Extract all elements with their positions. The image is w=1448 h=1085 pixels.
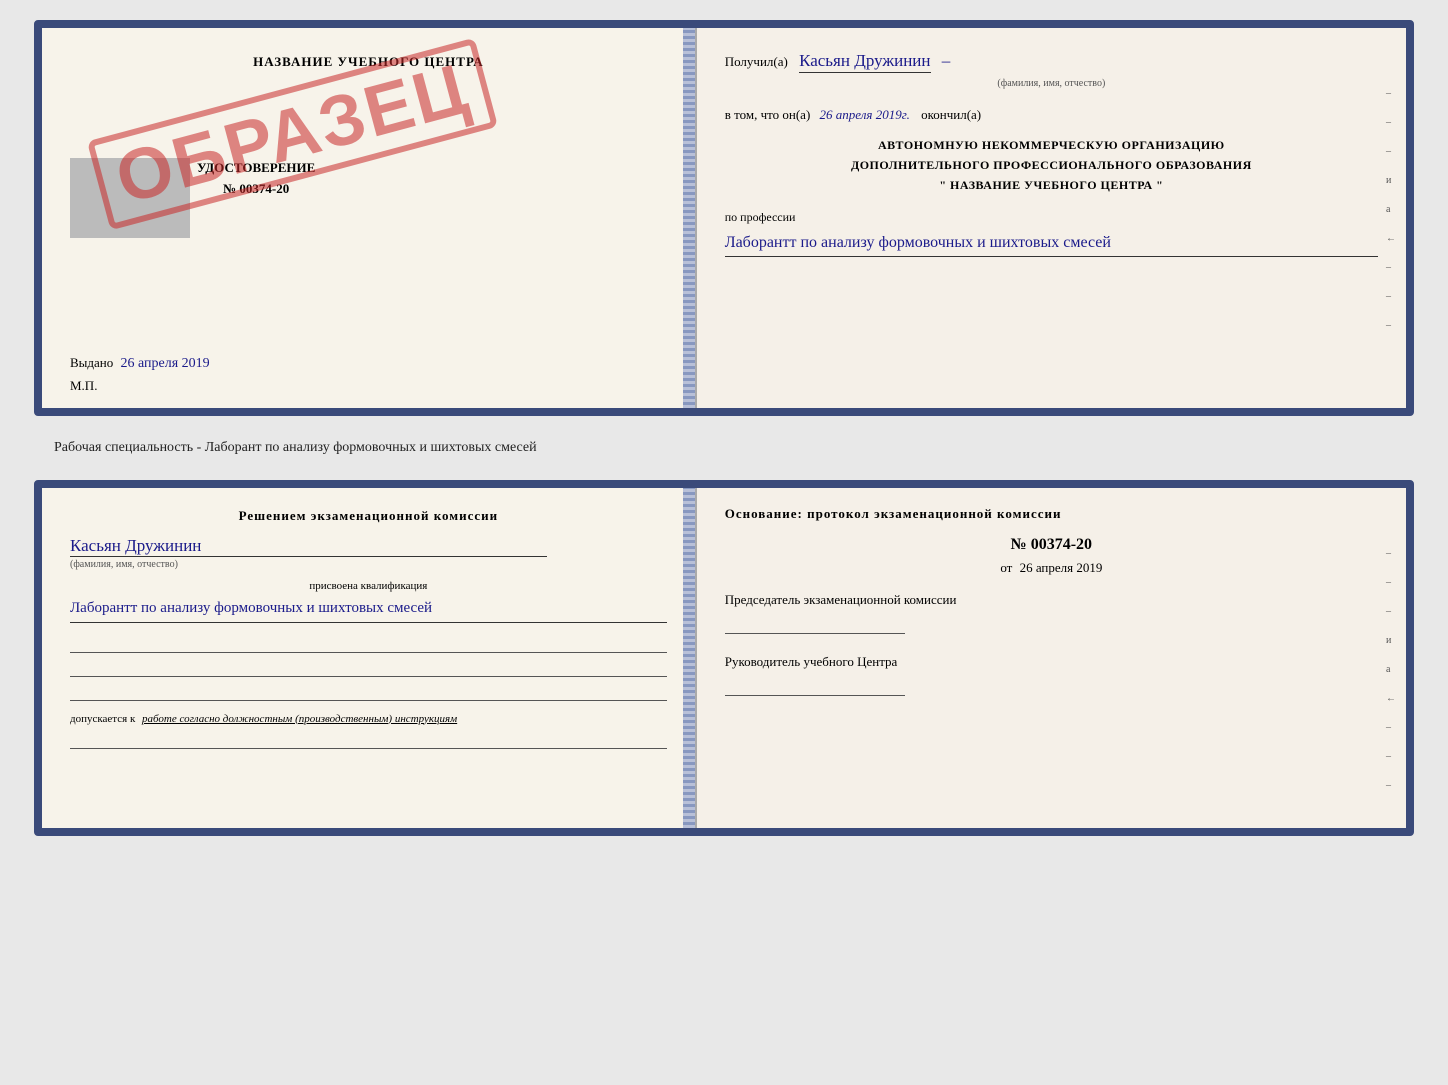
photo-placeholder: [70, 158, 190, 238]
profession-label: по профессии: [725, 210, 796, 224]
bottom-name-block: Касьян Дружинин (фамилия, имя, отчество): [70, 536, 667, 570]
recipient-sublabel: (фамилия, имя, отчество): [725, 75, 1378, 93]
vtom-line: в том, что он(а) 26 апреля 2019г. окончи…: [725, 107, 1378, 123]
bottom-right-edge-chars: – – – и а ← – – –: [1386, 548, 1396, 791]
bottom-card-right: Основание: протокол экзаменационной коми…: [697, 488, 1406, 828]
vydano-label: Выдано: [70, 355, 113, 370]
osnovanie-title: Основание: протокол экзаменационной коми…: [725, 506, 1378, 522]
ot-date: 26 апреля 2019: [1020, 560, 1103, 575]
certificate-block: УДОСТОВЕРЕНИЕ № 00374-20: [197, 158, 315, 200]
org-block: АВТОНОМНУЮ НЕКОММЕРЧЕСКУЮ ОРГАНИЗАЦИЮ ДО…: [725, 135, 1378, 196]
received-line: Получил(а) Касьян Дружинин – (фамилия, и…: [725, 46, 1378, 93]
dopuskaetsya-text: работе согласно должностным (производств…: [142, 713, 457, 725]
bottom-card-left: Решением экзаменационной комиссии Касьян…: [42, 488, 697, 828]
vydano-line: Выдано 26 апреля 2019: [70, 355, 210, 372]
bottom-name-sub: (фамилия, имя, отчество): [70, 559, 667, 570]
bottom-name: Касьян Дружинин: [70, 536, 547, 557]
kvali-text: Лаборантт по анализу формовочных и шихто…: [70, 596, 667, 623]
org-line1: АВТОНОМНУЮ НЕКОММЕРЧЕСКУЮ ОРГАНИЗАЦИЮ: [725, 135, 1378, 155]
specialty-text-content: Рабочая специальность - Лаборант по анал…: [54, 440, 537, 455]
profession-text: Лаборантт по анализу формовочных и шихто…: [725, 229, 1378, 257]
line3: [70, 685, 667, 701]
chairman-sign-line: [725, 614, 905, 634]
org-line2: ДОПОЛНИТЕЛЬНОГО ПРОФЕССИОНАЛЬНОГО ОБРАЗО…: [725, 155, 1378, 175]
final-line: [70, 733, 667, 749]
chairman-title: Председатель экзаменационной комиссии: [725, 592, 1378, 608]
dopuskaetsya-prefix: допускается к: [70, 713, 135, 725]
certificate-number: № 00374-20: [197, 179, 315, 200]
dopuskaetsya-block: допускается к работе согласно должностны…: [70, 713, 667, 725]
ot-date-line: от 26 апреля 2019: [725, 560, 1378, 576]
prisvoena-label: присвоена квалификация: [70, 580, 667, 592]
ot-prefix: от: [1000, 560, 1012, 575]
chairman-block: Председатель экзаменационной комиссии: [725, 592, 1378, 634]
certificate-label: УДОСТОВЕРЕНИЕ: [197, 158, 315, 179]
resheniem-title: Решением экзаменационной комиссии: [70, 508, 667, 524]
specialty-row: Рабочая специальность - Лаборант по анал…: [34, 434, 1414, 462]
bottom-certificate-card: Решением экзаменационной комиссии Касьян…: [34, 480, 1414, 836]
mp-line: М.П.: [70, 378, 97, 394]
line1: [70, 637, 667, 653]
poluchil-label: Получил(а): [725, 54, 788, 69]
line2: [70, 661, 667, 677]
right-edge-chars: – – – и а ← – – –: [1386, 88, 1396, 331]
recipient-name: Касьян Дружинин: [799, 51, 930, 73]
vydano-date: 26 апреля 2019: [121, 356, 210, 371]
top-card-right: Получил(а) Касьян Дружинин – (фамилия, и…: [697, 28, 1406, 408]
okochil-label: окончил(а): [921, 107, 981, 122]
vtom-prefix: в том, что он(а): [725, 107, 811, 122]
top-card-left: НАЗВАНИЕ УЧЕБНОГО ЦЕНТРА УДОСТОВЕРЕНИЕ №…: [42, 28, 697, 408]
top-certificate-card: НАЗВАНИЕ УЧЕБНОГО ЦЕНТРА УДОСТОВЕРЕНИЕ №…: [34, 20, 1414, 416]
rukovoditel-block: Руководитель учебного Центра: [725, 654, 1378, 696]
org-line3: " НАЗВАНИЕ УЧЕБНОГО ЦЕНТРА ": [725, 175, 1378, 195]
profession-label-block: по профессии Лаборантт по анализу формов…: [725, 210, 1378, 257]
school-name-top: НАЗВАНИЕ УЧЕБНОГО ЦЕНТРА: [66, 54, 671, 70]
rukovoditel-sign-line: [725, 676, 905, 696]
rukovoditel-title: Руководитель учебного Центра: [725, 654, 1378, 670]
bottom-lines: [70, 637, 667, 701]
vtom-date: 26 апреля 2019г.: [820, 107, 910, 122]
protocol-number: № 00374-20: [725, 536, 1378, 554]
